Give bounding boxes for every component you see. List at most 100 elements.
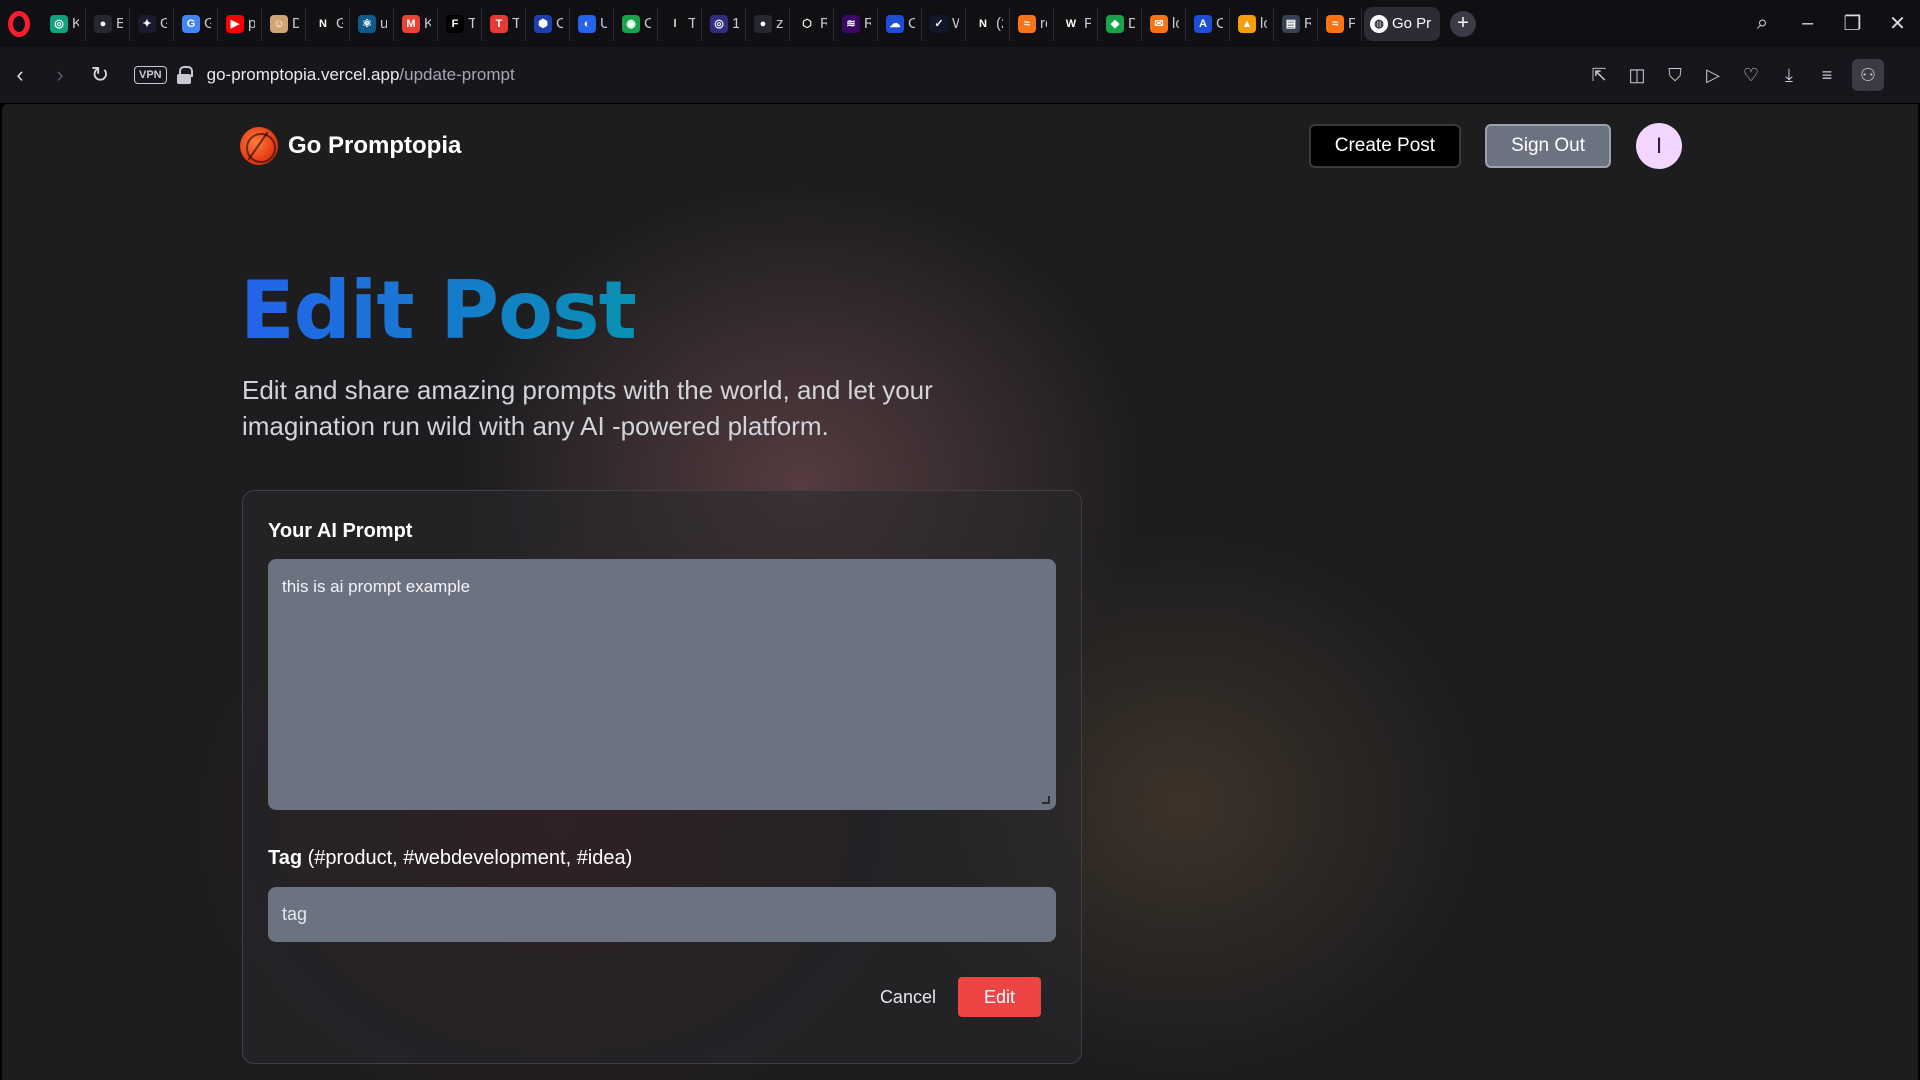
tab-label: Ge: [336, 15, 343, 32]
tab-favicon-icon: A: [1194, 14, 1212, 33]
site-nav: Go Promptopia Create Post Sign Out I: [240, 122, 1682, 170]
tab-label: Kc: [72, 15, 79, 32]
forward-button[interactable]: ›: [40, 55, 80, 95]
lock-icon[interactable]: [176, 66, 193, 84]
brand-link[interactable]: Go Promptopia: [240, 127, 461, 165]
tab-17[interactable]: ⬡Re: [792, 6, 834, 41]
tab-label: 12: [732, 15, 739, 32]
tab-favicon-icon: ǀ: [666, 14, 684, 33]
logo-icon: [240, 127, 278, 165]
tab-13[interactable]: ◉Cu: [616, 6, 658, 41]
search-tabs-icon[interactable]: ⌕: [1740, 0, 1785, 47]
tab-label: Pl: [1084, 15, 1091, 32]
tab-favicon-icon: ≈: [1326, 14, 1344, 33]
tab-favicon-icon: ◆: [1106, 14, 1124, 33]
tab-6[interactable]: NGe: [308, 6, 350, 41]
tab-15[interactable]: ◎12: [704, 6, 746, 41]
tab-20[interactable]: ✓W: [924, 6, 966, 41]
tab-favicon-icon: N: [974, 14, 992, 33]
camera-icon[interactable]: ◫: [1618, 56, 1656, 94]
create-post-button[interactable]: Create Post: [1308, 124, 1462, 168]
url-path: /update-prompt: [399, 65, 515, 84]
tab-label: Cl: [908, 15, 915, 32]
tag-label: Tag (#product, #webdevelopment, #idea): [268, 847, 632, 870]
minimize-button[interactable]: –: [1785, 0, 1830, 47]
opera-logo-icon[interactable]: [8, 10, 30, 37]
tab-19[interactable]: ☁Cl: [880, 6, 922, 41]
tab-16[interactable]: ●ze: [748, 6, 790, 41]
tab-22[interactable]: ≈re: [1012, 6, 1054, 41]
tab-1[interactable]: ●Ed: [88, 6, 130, 41]
prompt-label-text: Your AI Prompt: [268, 520, 413, 542]
tab-favicon-icon: W: [1062, 14, 1080, 33]
tab-28[interactable]: ▤Re: [1276, 6, 1318, 41]
tab-21[interactable]: N (2): [968, 6, 1010, 41]
back-button[interactable]: ‹: [0, 55, 40, 95]
tab-10[interactable]: TTa: [484, 6, 526, 41]
edit-submit-button[interactable]: Edit: [957, 977, 1041, 1017]
close-window-button[interactable]: ✕: [1875, 0, 1920, 47]
tab-favicon-icon: ▶: [226, 14, 244, 33]
tab-favicon-icon: ☁: [886, 14, 904, 33]
tab-list: ◎Kc●Ed✦GeGGc▶ph☺DeNGe⚛usMKcFTrTTa⬢Ov◐Up◉…: [44, 0, 1364, 47]
tab-11[interactable]: ⬢Ov: [528, 6, 570, 41]
menu-icon[interactable]: ≡: [1808, 56, 1846, 94]
brand-name: Go Promptopia: [288, 132, 462, 159]
tab-9[interactable]: FTr: [440, 6, 482, 41]
tab-favicon-icon: ≋: [842, 14, 860, 33]
tab-label: Ge: [160, 15, 167, 32]
url-field[interactable]: go-promptopia.vercel.app/update-prompt: [207, 65, 515, 85]
tab-8[interactable]: MKc: [396, 6, 438, 41]
tab-favicon-icon: ●: [94, 14, 112, 33]
shield-icon[interactable]: ⛉: [1656, 56, 1694, 94]
tab-label: us: [380, 15, 387, 32]
tab-favicon-icon: ⬢: [534, 14, 552, 33]
tab-27[interactable]: ▲lo: [1232, 6, 1274, 41]
prompt-textarea[interactable]: this is ai prompt example: [268, 559, 1056, 810]
tab-favicon-icon: ▤: [1282, 14, 1300, 33]
tab-label: Tr: [468, 15, 475, 32]
tab-0[interactable]: ◎Kc: [44, 6, 86, 41]
sign-out-button[interactable]: Sign Out: [1485, 124, 1611, 168]
tab-label: W: [952, 15, 959, 32]
tab-26[interactable]: ACr: [1188, 6, 1230, 41]
tab-label: To: [688, 15, 695, 32]
share-icon[interactable]: ⇱: [1580, 56, 1618, 94]
tab-7[interactable]: ⚛us: [352, 6, 394, 41]
profile-icon[interactable]: ⚇: [1852, 59, 1884, 91]
tab-label: Da: [1128, 15, 1135, 32]
tab-24[interactable]: ◆Da: [1100, 6, 1142, 41]
tab-favicon-icon: ●: [754, 14, 772, 33]
tab-3[interactable]: GGc: [176, 6, 218, 41]
new-tab-button[interactable]: +: [1450, 10, 1476, 37]
tab-23[interactable]: WPl: [1056, 6, 1098, 41]
tab-5[interactable]: ☺De: [264, 6, 306, 41]
play-icon[interactable]: ▷: [1694, 56, 1732, 94]
tab-18[interactable]: ≋Re: [836, 6, 878, 41]
tab-29[interactable]: ≈Pl: [1320, 6, 1362, 41]
tab-4[interactable]: ▶ph: [220, 6, 262, 41]
tab-label: De: [292, 15, 299, 32]
tab-2[interactable]: ✦Ge: [132, 6, 174, 41]
heart-icon[interactable]: ♡: [1732, 56, 1770, 94]
download-icon[interactable]: ⤓: [1770, 56, 1808, 94]
tab-14[interactable]: ǀTo: [660, 6, 702, 41]
restore-button[interactable]: ❐: [1830, 0, 1875, 47]
tab-favicon-icon: ▲: [1238, 14, 1256, 33]
tag-input[interactable]: tag: [268, 887, 1056, 942]
tab-active[interactable]: ◍ Go Pr: [1364, 6, 1440, 41]
tab-25[interactable]: ✉lo: [1144, 6, 1186, 41]
reload-button[interactable]: ↻: [80, 55, 120, 95]
vpn-badge[interactable]: VPN: [134, 66, 167, 84]
cancel-button[interactable]: Cancel: [880, 987, 936, 1008]
tab-label: Cr: [1216, 15, 1223, 32]
tab-12[interactable]: ◐Up: [572, 6, 614, 41]
tab-label: Re: [864, 15, 871, 32]
tab-favicon-icon: G: [182, 14, 200, 33]
avatar[interactable]: I: [1636, 123, 1682, 169]
tab-label: lo: [1260, 15, 1267, 32]
edit-prompt-form: Your AI Prompt this is ai prompt example…: [242, 490, 1082, 1064]
page-viewport: Go Promptopia Create Post Sign Out I Edi…: [2, 104, 1918, 1080]
address-bar: ‹ › ↻ VPN go-promptopia.vercel.app/updat…: [0, 47, 1920, 139]
tab-label: Ov: [556, 15, 563, 32]
